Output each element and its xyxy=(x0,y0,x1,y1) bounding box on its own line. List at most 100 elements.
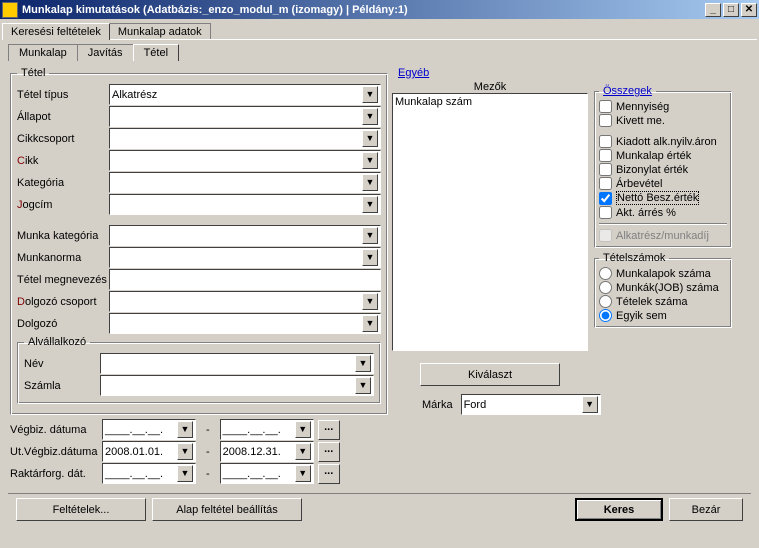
label-raktarforg: Raktárforg. dát. xyxy=(10,468,102,480)
group-tetel: Tétel Tétel típus Alkatrész▼ Állapot ▼ C… xyxy=(10,67,388,415)
input-tetel-megnev[interactable] xyxy=(109,269,381,290)
date-raktar-to[interactable]: ____.__.__.▼ xyxy=(220,463,314,484)
close-button[interactable]: ✕ xyxy=(741,3,757,17)
tab-worksheet-data[interactable]: Munkalap adatok xyxy=(109,23,211,40)
feltetelek-button[interactable]: Feltételek... xyxy=(16,498,146,521)
radio-munkak[interactable] xyxy=(599,281,612,294)
chk-munkalap-ertek[interactable] xyxy=(599,149,612,162)
chevron-down-icon[interactable]: ▼ xyxy=(295,443,311,460)
window-titlebar: Munkalap kimutatások (Adatbázis:_enzo_mo… xyxy=(0,0,759,19)
chevron-down-icon[interactable]: ▼ xyxy=(355,377,371,394)
chk-arbevetel[interactable] xyxy=(599,177,612,190)
combo-dolgozo[interactable]: ▼ xyxy=(109,313,381,334)
bezar-button[interactable]: Bezár xyxy=(669,498,743,521)
chevron-down-icon[interactable]: ▼ xyxy=(362,108,378,125)
date-utvegbiz-to[interactable]: 2008.12.31.▼ xyxy=(220,441,314,462)
chevron-down-icon[interactable]: ▼ xyxy=(362,249,378,266)
combo-jogcim[interactable]: ▼ xyxy=(109,194,381,215)
combo-munka-kategoria[interactable]: ▼ xyxy=(109,225,381,246)
list-item[interactable]: Munkalap szám xyxy=(395,96,585,108)
alap-feltetel-button[interactable]: Alap feltétel beállítás xyxy=(152,498,302,521)
tab-javitas[interactable]: Javítás xyxy=(77,44,134,61)
label-szamla: Számla xyxy=(24,380,100,392)
combo-kategoria[interactable]: ▼ xyxy=(109,172,381,193)
chevron-down-icon[interactable]: ▼ xyxy=(295,465,311,482)
label-dolgozo: Dolgozó xyxy=(17,318,109,330)
combo-allapot[interactable]: ▼ xyxy=(109,106,381,127)
chevron-down-icon[interactable]: ▼ xyxy=(362,293,378,310)
group-tetelszamok: Tételszámok Munkalapok száma Munkák(JOB)… xyxy=(594,252,732,328)
window-title: Munkalap kimutatások (Adatbázis:_enzo_mo… xyxy=(22,4,703,16)
utvegbiz-browse-button[interactable]: ... xyxy=(318,442,340,462)
vegbiz-browse-button[interactable]: ... xyxy=(318,420,340,440)
label-cikk: Cikk xyxy=(17,155,109,167)
chevron-down-icon[interactable]: ▼ xyxy=(355,355,371,372)
chk-bizonylat-ertek[interactable] xyxy=(599,163,612,176)
combo-munkanorma[interactable]: ▼ xyxy=(109,247,381,268)
radio-tetelek[interactable] xyxy=(599,295,612,308)
radio-munkalapok[interactable] xyxy=(599,267,612,280)
inner-tabs: Munkalap Javítás Tétel xyxy=(8,44,755,61)
group-osszegek: Összegek Mennyiség Kivett me. Kiadott al… xyxy=(594,85,732,248)
minimize-button[interactable]: _ xyxy=(705,3,721,17)
label-cikkcsoport: Cikkcsoport xyxy=(17,133,109,145)
combo-cikkcsoport[interactable]: ▼ xyxy=(109,128,381,149)
maximize-button[interactable]: □ xyxy=(723,3,739,17)
link-egyeb[interactable]: Egyéb xyxy=(398,67,429,79)
chk-akt-arres[interactable] xyxy=(599,206,612,219)
legend-tetelszamok: Tételszámok xyxy=(599,252,669,264)
kivalaszt-button[interactable]: Kiválaszt xyxy=(420,363,560,386)
chk-netto-besz[interactable] xyxy=(599,192,612,205)
bottom-bar: Feltételek... Alap feltétel beállítás Ke… xyxy=(8,493,751,525)
label-munka-kategoria: Munka kategória xyxy=(17,230,109,242)
chevron-down-icon[interactable]: ▼ xyxy=(362,315,378,332)
chevron-down-icon[interactable]: ▼ xyxy=(582,396,598,413)
chevron-down-icon[interactable]: ▼ xyxy=(362,196,378,213)
listbox-mezok[interactable]: Munkalap szám xyxy=(392,93,588,351)
label-vegbiz-datuma: Végbiz. dátuma xyxy=(10,424,102,436)
chk-kivett-me[interactable] xyxy=(599,114,612,127)
search-panel: Munkalap Javítás Tétel Tétel Tétel típus… xyxy=(2,39,757,527)
label-tetel-megnev: Tétel megnevezés xyxy=(17,274,109,286)
label-ut-vegbiz: Ut.Végbiz.dátuma xyxy=(10,446,102,458)
tab-munkalap[interactable]: Munkalap xyxy=(8,44,78,61)
label-mezok: Mezők xyxy=(392,81,588,93)
chk-mennyiseg[interactable] xyxy=(599,100,612,113)
date-raktar-from[interactable]: ____.__.__.▼ xyxy=(102,463,196,484)
legend-tetel: Tétel xyxy=(17,67,49,79)
combo-marka[interactable]: Ford▼ xyxy=(461,394,601,415)
chevron-down-icon[interactable]: ▼ xyxy=(177,421,193,438)
chevron-down-icon[interactable]: ▼ xyxy=(362,86,378,103)
combo-cikk[interactable]: ▼ xyxy=(109,150,381,171)
chevron-down-icon[interactable]: ▼ xyxy=(362,152,378,169)
group-alvallalkozo: Alvállalkozó Név ▼ Számla ▼ xyxy=(17,336,381,404)
chevron-down-icon[interactable]: ▼ xyxy=(177,465,193,482)
label-munkanorma: Munkanorma xyxy=(17,252,109,264)
combo-szamla[interactable]: ▼ xyxy=(100,375,374,396)
label-jogcim: Jogcím xyxy=(17,199,109,211)
chevron-down-icon[interactable]: ▼ xyxy=(362,130,378,147)
legend-osszegek[interactable]: Összegek xyxy=(599,85,656,97)
legend-alvallalkozo: Alvállalkozó xyxy=(24,336,90,348)
label-allapot: Állapot xyxy=(17,111,109,123)
date-utvegbiz-from[interactable]: 2008.01.01.▼ xyxy=(102,441,196,462)
combo-tetel-tipus[interactable]: Alkatrész▼ xyxy=(109,84,381,105)
outer-tabs: Keresési feltételek Munkalap adatok xyxy=(2,23,757,40)
label-tetel-tipus: Tétel típus xyxy=(17,89,109,101)
keres-button[interactable]: Keres xyxy=(575,498,663,521)
date-vegbiz-to[interactable]: ____.__.__.▼ xyxy=(220,419,314,440)
chk-kiadott[interactable] xyxy=(599,135,612,148)
chevron-down-icon[interactable]: ▼ xyxy=(177,443,193,460)
app-icon xyxy=(2,2,18,18)
label-kategoria: Kategória xyxy=(17,177,109,189)
tab-tetel[interactable]: Tétel xyxy=(133,44,179,61)
radio-egyik-sem[interactable] xyxy=(599,309,612,322)
chevron-down-icon[interactable]: ▼ xyxy=(295,421,311,438)
chevron-down-icon[interactable]: ▼ xyxy=(362,227,378,244)
combo-dolgozo-csoport[interactable]: ▼ xyxy=(109,291,381,312)
tab-search-criteria[interactable]: Keresési feltételek xyxy=(2,23,110,40)
date-vegbiz-from[interactable]: ____.__.__.▼ xyxy=(102,419,196,440)
chevron-down-icon[interactable]: ▼ xyxy=(362,174,378,191)
combo-nev[interactable]: ▼ xyxy=(100,353,374,374)
raktar-browse-button[interactable]: ... xyxy=(318,464,340,484)
